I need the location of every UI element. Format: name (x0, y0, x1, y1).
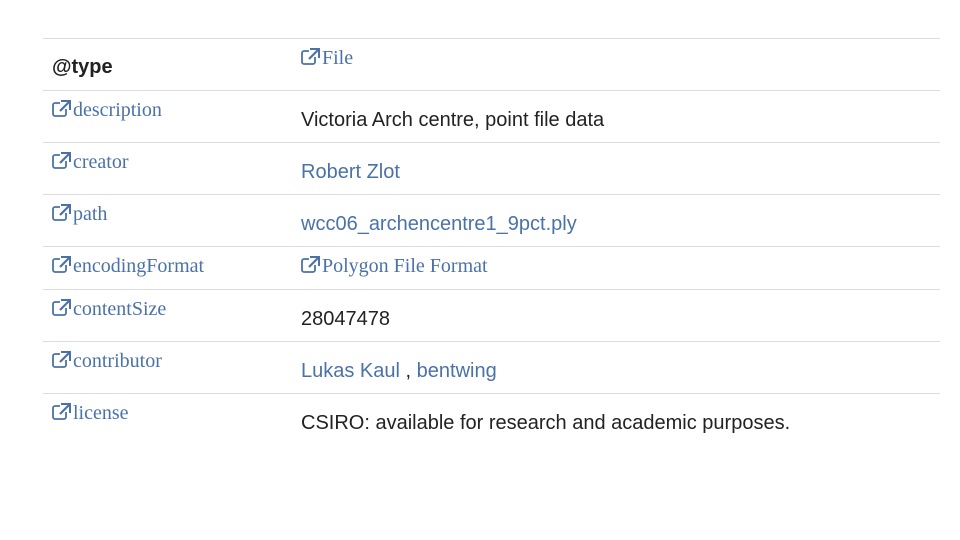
key-type: @type (52, 56, 113, 78)
description-value: Victoria Arch centre, point file data (301, 109, 605, 131)
external-link-icon (52, 204, 71, 221)
key-encoding-format-link[interactable]: encodingFormat (52, 255, 204, 278)
key-creator-link[interactable]: creator (52, 151, 129, 174)
path-link[interactable]: wcc06_archencentre1_9pct.ply (301, 213, 577, 235)
row-path: path wcc06_archencentre1_9pct.ply (43, 195, 940, 247)
encoding-format-link[interactable]: Polygon File Format (301, 255, 488, 278)
row-description: description Victoria Arch centre, point … (43, 91, 940, 143)
key-contributor-link[interactable]: contributor (52, 350, 162, 373)
contributor-link-bentwing[interactable]: bentwing (417, 360, 497, 382)
external-link-icon (52, 152, 71, 169)
license-value: CSIRO: available for research and academ… (301, 412, 791, 434)
row-contributor: contributor Lukas Kaul , bentwing (43, 342, 940, 394)
contributor-link-lukas-kaul[interactable]: Lukas Kaul (301, 360, 400, 382)
external-link-icon (52, 100, 71, 117)
row-creator: creator Robert Zlot (43, 143, 940, 195)
key-description-link[interactable]: description (52, 99, 162, 122)
row-encoding-format: encodingFormat Polygon File Format (43, 247, 940, 290)
key-path-link[interactable]: path (52, 203, 107, 226)
external-link-icon (52, 351, 71, 368)
external-link-icon (301, 48, 320, 65)
creator-link[interactable]: Robert Zlot (301, 161, 400, 183)
row-license: license CSIRO: available for research an… (43, 394, 940, 446)
row-content-size: contentSize 28047478 (43, 290, 940, 342)
metadata-table: @type File description Victoria Arch cen… (43, 38, 940, 446)
external-link-icon (52, 403, 71, 420)
external-link-icon (52, 299, 71, 316)
key-license-link[interactable]: license (52, 402, 129, 425)
external-link-icon (301, 256, 320, 273)
content-size-value: 28047478 (301, 308, 390, 330)
row-type: @type File (43, 39, 940, 91)
contributor-separator: , (399, 360, 417, 382)
key-content-size-link[interactable]: contentSize (52, 298, 166, 321)
type-file-link[interactable]: File (301, 47, 353, 70)
external-link-icon (52, 256, 71, 273)
